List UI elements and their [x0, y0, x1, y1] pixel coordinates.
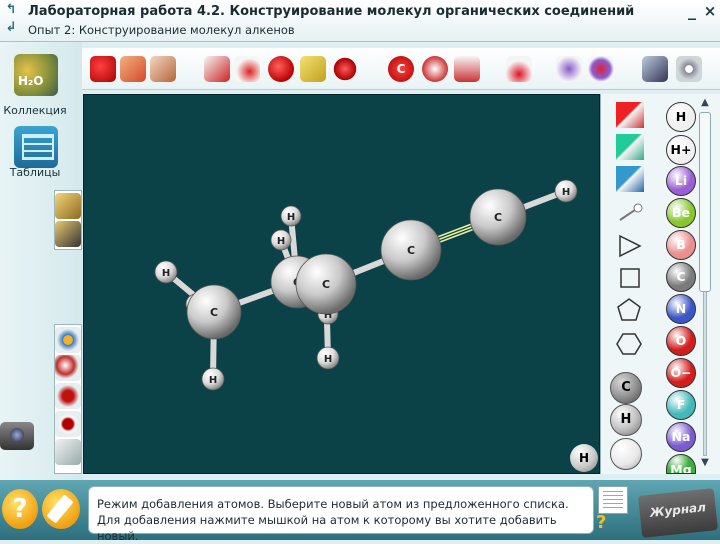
minimize-button[interactable]: _ — [684, 2, 700, 20]
atom-label: H — [324, 354, 332, 365]
journal-button[interactable]: Журнал — [638, 488, 718, 538]
close-button[interactable]: × — [702, 2, 718, 20]
molecule-viewport[interactable]: HHHHHHHHCCCCC — [83, 94, 600, 474]
up-arrow-icon[interactable]: ↰ — [3, 2, 19, 18]
reset-view-icon[interactable] — [55, 439, 81, 465]
hint-button[interactable] — [42, 489, 80, 529]
atom-hydrogen-7[interactable]: H — [280, 205, 302, 227]
atom-label: C — [407, 244, 415, 257]
atom-hydrogen-12[interactable]: H — [554, 179, 578, 203]
atom-label: H — [209, 375, 217, 386]
bond-single-icon[interactable] — [616, 200, 644, 226]
element-n[interactable]: N — [666, 294, 696, 324]
square-icon[interactable] — [614, 264, 644, 292]
gallery-icon[interactable] — [642, 56, 668, 82]
status-box: Режим добавления атомов. Выберите новый … — [88, 486, 594, 543]
red-ball-icon[interactable] — [268, 56, 294, 82]
plus-delta-icon[interactable] — [588, 56, 614, 82]
collection-label[interactable]: Коллекция — [0, 104, 70, 117]
element-b[interactable]: B — [666, 230, 696, 260]
hydrogen-marker[interactable]: H — [570, 444, 598, 472]
element-li[interactable]: Li — [666, 166, 696, 196]
bond-green-icon[interactable] — [616, 134, 644, 160]
rotate-left-icon[interactable] — [55, 193, 81, 219]
h2o-badge: H₂O — [18, 74, 44, 88]
pointer-icon[interactable] — [90, 56, 116, 82]
experiment-subtitle: Опыт 2: Конструирование молекул алкенов — [28, 23, 295, 37]
element-o[interactable]: O — [666, 326, 696, 356]
scissors-icon[interactable] — [300, 56, 326, 82]
atom-link-icon[interactable] — [234, 56, 260, 82]
scroll-down-icon[interactable]: ▼ — [698, 456, 712, 470]
element-o-minus[interactable]: O− — [666, 358, 696, 388]
rotate-right-icon[interactable] — [55, 221, 81, 247]
gear-icon[interactable] — [676, 56, 702, 82]
window-title: Лабораторная работа 4.2. Конструирование… — [28, 4, 635, 19]
rotate-x-icon[interactable] — [55, 383, 81, 409]
camera-icon[interactable] — [0, 422, 34, 450]
atom-carbon-4[interactable]: C — [469, 188, 527, 246]
view-tool-column-top — [54, 190, 82, 250]
element-be[interactable]: Be — [666, 198, 696, 228]
element-na[interactable]: Na — [666, 422, 696, 452]
bond-red-icon[interactable] — [616, 102, 644, 128]
atom-label: C — [322, 278, 330, 291]
partial-charge-icon[interactable] — [422, 56, 448, 82]
atom-label: C — [210, 306, 218, 319]
document-help-icon[interactable]: ? — [596, 512, 612, 533]
triangle-icon[interactable] — [614, 232, 644, 260]
atom-carbon-3[interactable]: C — [380, 219, 442, 281]
hand-icon[interactable] — [120, 56, 146, 82]
atom-label: H — [562, 187, 570, 198]
flask-icon[interactable] — [506, 56, 532, 82]
molecule-canvas[interactable]: HHHHHHHHCCCCC — [84, 95, 601, 475]
preview-empty[interactable] — [610, 438, 642, 470]
collection-icon[interactable]: H₂O — [14, 54, 58, 96]
zoom-icon[interactable] — [55, 355, 81, 381]
tables-label[interactable]: Таблицы — [0, 166, 70, 179]
preview-hydrogen[interactable]: H — [610, 404, 642, 436]
atom-hydrogen-10[interactable]: H — [316, 346, 340, 370]
tables-icon[interactable] — [14, 126, 58, 168]
element-f[interactable]: F — [666, 390, 696, 420]
back-arrow-icon[interactable]: ↲ — [3, 20, 19, 36]
bond-blue-icon[interactable] — [616, 166, 644, 192]
scroll-up-icon[interactable]: ▲ — [698, 96, 712, 110]
view-tool-column-bottom — [54, 324, 82, 474]
atom-hydrogen-8[interactable]: H — [270, 229, 292, 251]
minus-delta-icon[interactable] — [556, 56, 582, 82]
pentagon-icon[interactable] — [614, 296, 644, 324]
element-h-plus[interactable]: H+ — [666, 135, 696, 165]
bond-angle-icon[interactable] — [204, 56, 230, 82]
main-toolbar: C — [82, 48, 720, 90]
atom-label: C — [494, 211, 502, 224]
move-arrows-icon[interactable] — [55, 327, 81, 353]
scroll-thumb[interactable] — [699, 112, 711, 292]
rotate-y-icon[interactable] — [55, 411, 81, 437]
stretch-icon[interactable] — [454, 56, 480, 82]
help-button[interactable]: ? — [2, 489, 38, 529]
element-scrollbar[interactable]: ▲ ▼ — [698, 96, 712, 472]
journal-label: Журнал — [649, 500, 707, 520]
capsule-icon[interactable] — [332, 56, 358, 82]
hexagon-icon[interactable] — [614, 330, 644, 358]
atom-label: H — [162, 268, 170, 279]
atom-hydrogen-11[interactable]: H — [201, 367, 225, 391]
preview-carbon[interactable]: C — [610, 372, 642, 404]
atom-label: H — [287, 212, 295, 223]
status-message: Режим добавления атомов. Выберите новый … — [97, 497, 569, 543]
eraser-icon[interactable] — [150, 56, 176, 82]
carbon-c-icon[interactable]: C — [388, 56, 414, 82]
atom-label: H — [277, 236, 285, 247]
atom-carbon-2[interactable]: C — [295, 253, 357, 315]
atom-hydrogen-5[interactable]: H — [154, 260, 178, 284]
window-header: ↰ ↲ Лабораторная работа 4.2. Конструиров… — [0, 0, 720, 42]
document-icon[interactable] — [598, 486, 628, 514]
atom-carbon-0[interactable]: C — [186, 284, 242, 340]
element-c[interactable]: C — [666, 262, 696, 292]
element-h[interactable]: H — [666, 102, 696, 132]
